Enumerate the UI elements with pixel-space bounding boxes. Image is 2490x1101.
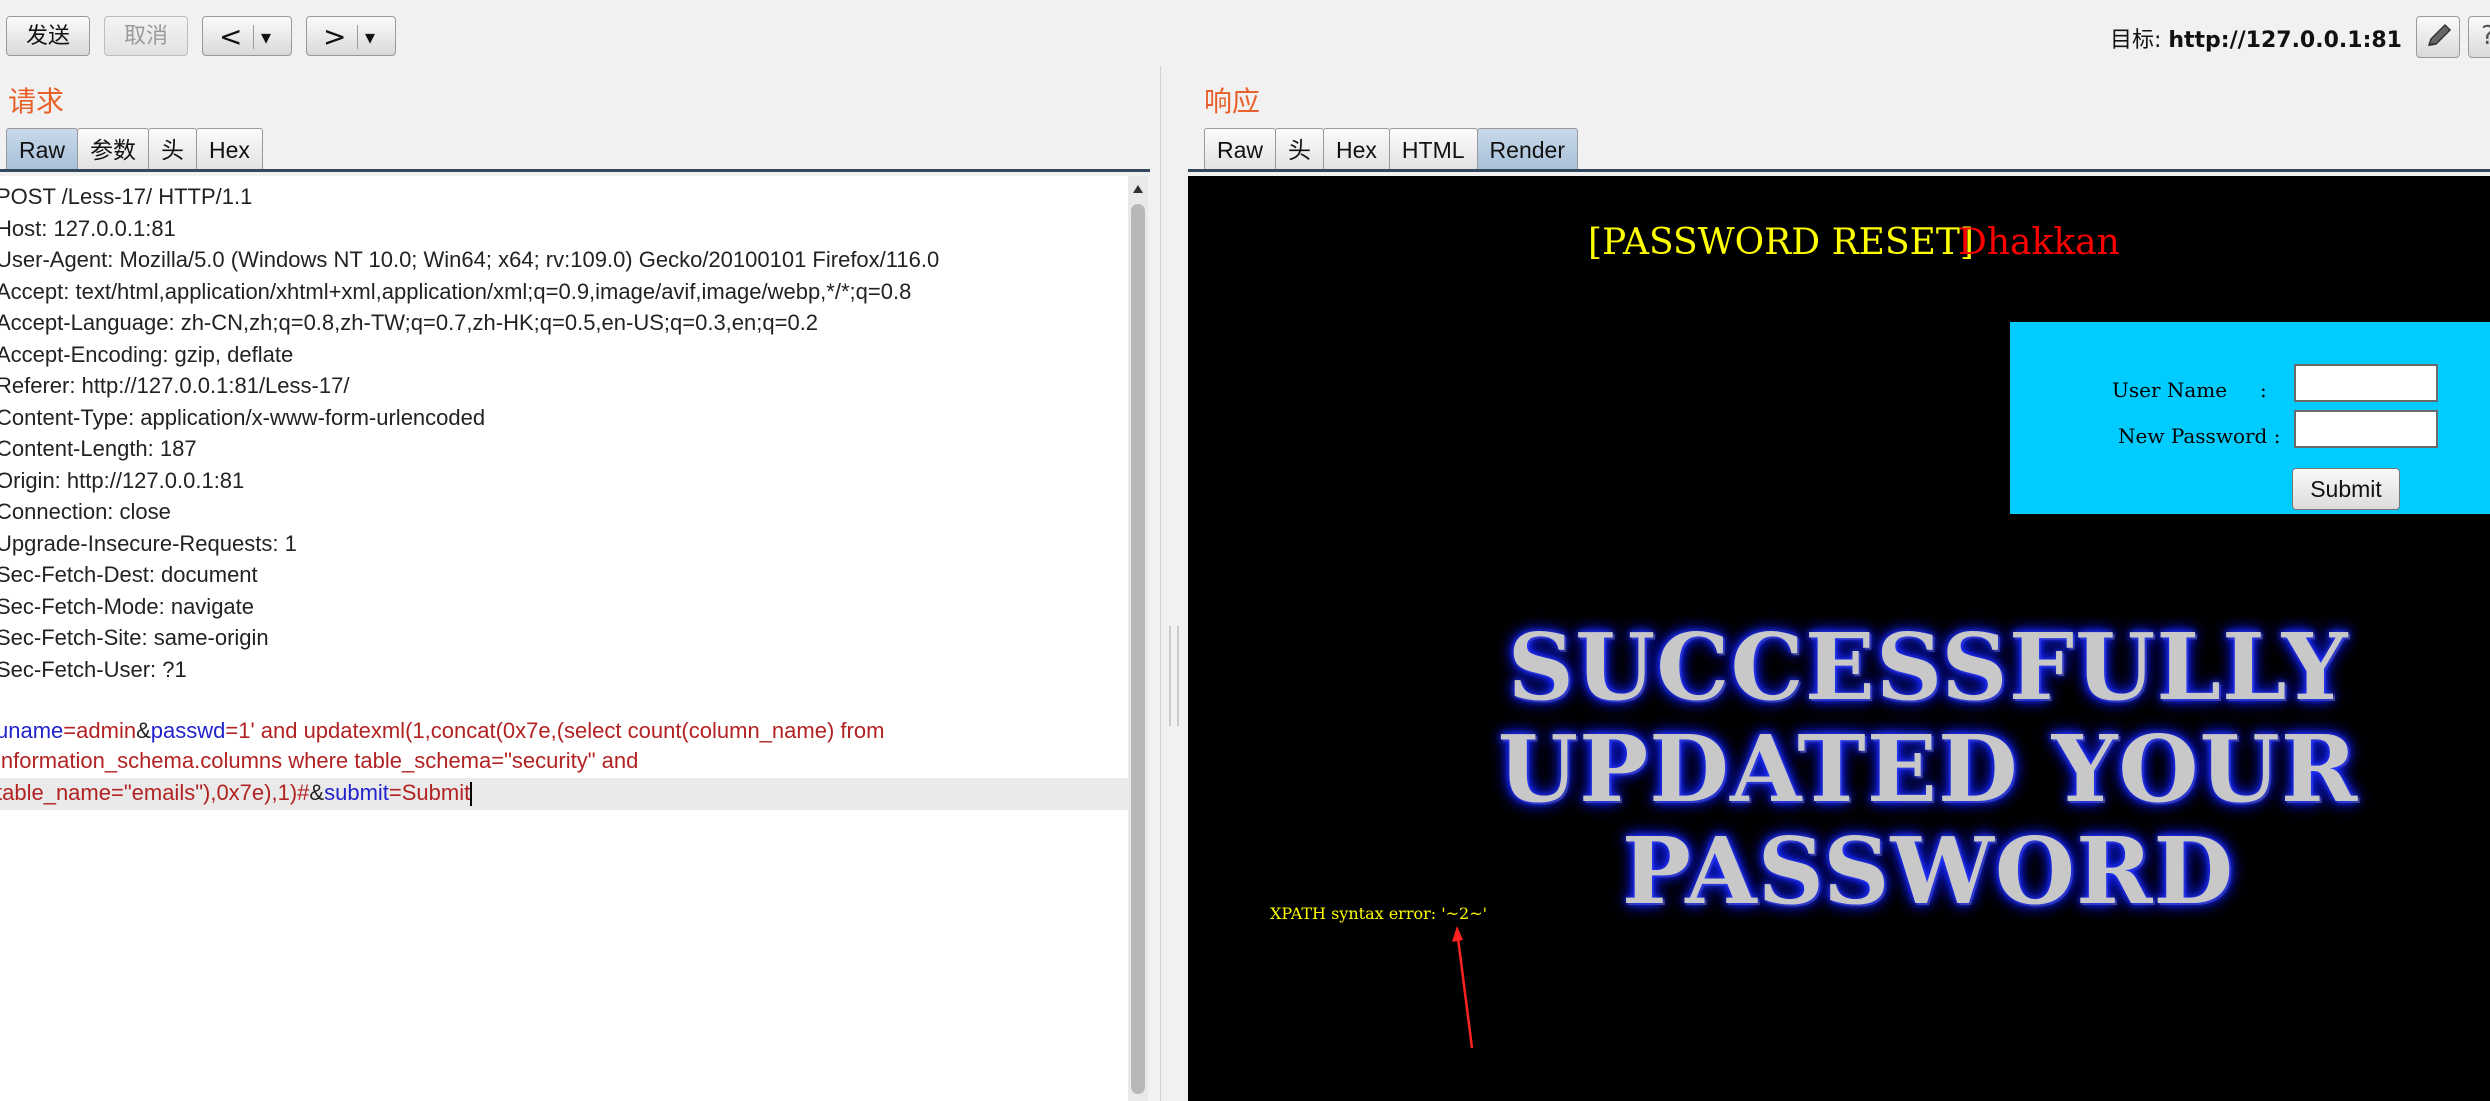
help-icon: ? <box>2481 21 2490 51</box>
target-label: 目标: <box>2109 28 2169 53</box>
request-header-line: POST /Less-17/ HTTP/1.1 <box>0 184 253 209</box>
response-tab-raw[interactable]: Raw <box>1204 128 1277 170</box>
pencil-icon <box>2427 23 2452 46</box>
text-caret <box>470 782 473 807</box>
param-value-passwd-part3: table_name="emails"),0x7e),1)# <box>0 780 310 805</box>
request-title: 请求 <box>8 85 65 118</box>
response-render-view: [PASSWORD RESET] Dhakkan User Name : New… <box>1188 176 2490 1101</box>
request-header-line: Referer: http://127.0.0.1:81/Less-17/ <box>0 373 350 398</box>
param-value-submit: Submit <box>401 780 471 805</box>
response-tab-html[interactable]: HTML <box>1388 128 1478 170</box>
back-arrow-icon: < <box>219 20 243 53</box>
success-banner-line-2: UPDATED YOUR <box>1497 715 2359 823</box>
reset-form: User Name : New Password : Submit <box>2010 322 2490 514</box>
response-tabs: Raw 头 Hex HTML Render <box>1204 128 1578 170</box>
scroll-up-icon <box>1133 185 1143 193</box>
divider-grip-icon <box>1169 626 1179 726</box>
param-separator: & <box>136 718 151 743</box>
request-header-line: Sec-Fetch-Site: same-origin <box>0 625 269 650</box>
red-arrow-annotation <box>1452 926 1474 1049</box>
forward-arrow-icon: > <box>323 20 347 53</box>
send-button[interactable]: 发送 <box>6 16 90 56</box>
request-header-line: Content-Length: 187 <box>0 436 197 461</box>
target-host: 目标: http://127.0.0.1:81 <box>2110 22 2402 54</box>
success-banner-line-1: SUCCESSFULLY <box>1507 613 2349 721</box>
param-value-uname: admin <box>76 718 137 743</box>
request-header-line: Accept: text/html,application/xhtml+xml,… <box>0 278 912 304</box>
request-scrollbar[interactable] <box>1128 176 1148 1101</box>
request-tab-params[interactable]: 参数 <box>77 128 150 170</box>
request-header-line: Connection: close <box>0 499 171 524</box>
param-value-passwd-part1: 1' and updatexml(1,concat(0x7e,(select c… <box>238 718 885 743</box>
param-eq: = <box>388 780 402 805</box>
response-tab-headers[interactable]: 头 <box>1275 128 1325 170</box>
username-colon: : <box>2260 378 2267 402</box>
request-tab-hex[interactable]: Hex <box>196 128 263 170</box>
response-tab-hex[interactable]: Hex <box>1323 128 1390 170</box>
param-eq: = <box>63 718 77 743</box>
help-button[interactable]: ? <box>2468 16 2490 58</box>
response-tab-render[interactable]: Render <box>1476 128 1578 170</box>
response-tabs-underline <box>1188 169 2490 172</box>
request-tabs: Raw 参数 头 Hex <box>6 128 263 170</box>
response-title: 响应 <box>1204 85 1261 118</box>
param-separator: & <box>309 780 325 805</box>
request-body-line-1: uname=admin&passwd=1' and updatexml(1,co… <box>0 718 884 744</box>
request-header-line: Content-Type: application/x-www-form-url… <box>0 404 486 430</box>
new-password-label: New Password : <box>2118 424 2281 448</box>
target-value: http://127.0.0.1:81 <box>2168 28 2402 53</box>
new-password-input[interactable] <box>2294 410 2438 448</box>
request-header-line: Origin: http://127.0.0.1:81 <box>0 467 245 493</box>
forward-button[interactable]: > ▾ <box>306 16 396 56</box>
request-tab-raw[interactable]: Raw <box>6 128 79 170</box>
request-header-line: Accept-Encoding: gzip, deflate <box>0 341 294 367</box>
request-body-line-3: table_name="emails"),0x7e),1)#&submit=Su… <box>0 780 473 807</box>
request-header-line: User-Agent: Mozilla/5.0 (Windows NT 10.0… <box>0 247 940 272</box>
request-header-line: Sec-Fetch-User: ?1 <box>0 656 187 682</box>
forward-dropdown-icon[interactable]: ▾ <box>365 17 375 57</box>
param-key-submit: submit <box>324 780 389 805</box>
back-dropdown-icon[interactable]: ▾ <box>261 17 271 57</box>
xpath-error-message: XPATH syntax error: '~2~' <box>1270 904 1488 923</box>
request-header-line: Accept-Language: zh-CN,zh;q=0.8,zh-TW;q=… <box>0 310 819 335</box>
success-banner-line-3: PASSWORD <box>1621 817 2235 925</box>
request-header-line: Sec-Fetch-Mode: navigate <box>0 593 255 619</box>
back-button[interactable]: < ▾ <box>202 16 292 56</box>
username-input[interactable] <box>2294 364 2438 402</box>
request-editor[interactable]: POST /Less-17/ HTTP/1.1 Host: 127.0.0.1:8… <box>0 176 1128 1101</box>
request-tabs-underline <box>0 169 1150 172</box>
success-banner: SUCCESSFULLY UPDATED YOUR PASSWORD <box>1478 616 2378 922</box>
param-key-passwd: passwd <box>150 718 226 743</box>
cancel-button[interactable]: 取消 <box>104 16 188 56</box>
edit-target-button[interactable] <box>2416 16 2460 58</box>
submit-button[interactable]: Submit <box>2292 468 2400 510</box>
request-header-line: Host: 127.0.0.1:81 <box>0 215 176 241</box>
param-value-passwd-part2: information_schema.columns where table_s… <box>0 748 639 773</box>
request-scrollbar-thumb[interactable] <box>1131 204 1145 1094</box>
request-body-line-2: information_schema.columns where table_s… <box>0 748 638 774</box>
username-label: User Name <box>2112 378 2228 402</box>
request-header-line: Sec-Fetch-Dest: document <box>0 562 258 587</box>
param-eq: = <box>225 718 239 743</box>
request-tab-headers[interactable]: 头 <box>148 128 198 170</box>
param-key-uname: uname <box>0 718 64 743</box>
pane-divider[interactable] <box>1160 66 1187 1101</box>
password-reset-heading: [PASSWORD RESET] <box>1588 222 1974 263</box>
request-header-line: Upgrade-Insecure-Requests: 1 <box>0 530 297 556</box>
author-name: Dhakkan <box>1958 222 2120 263</box>
